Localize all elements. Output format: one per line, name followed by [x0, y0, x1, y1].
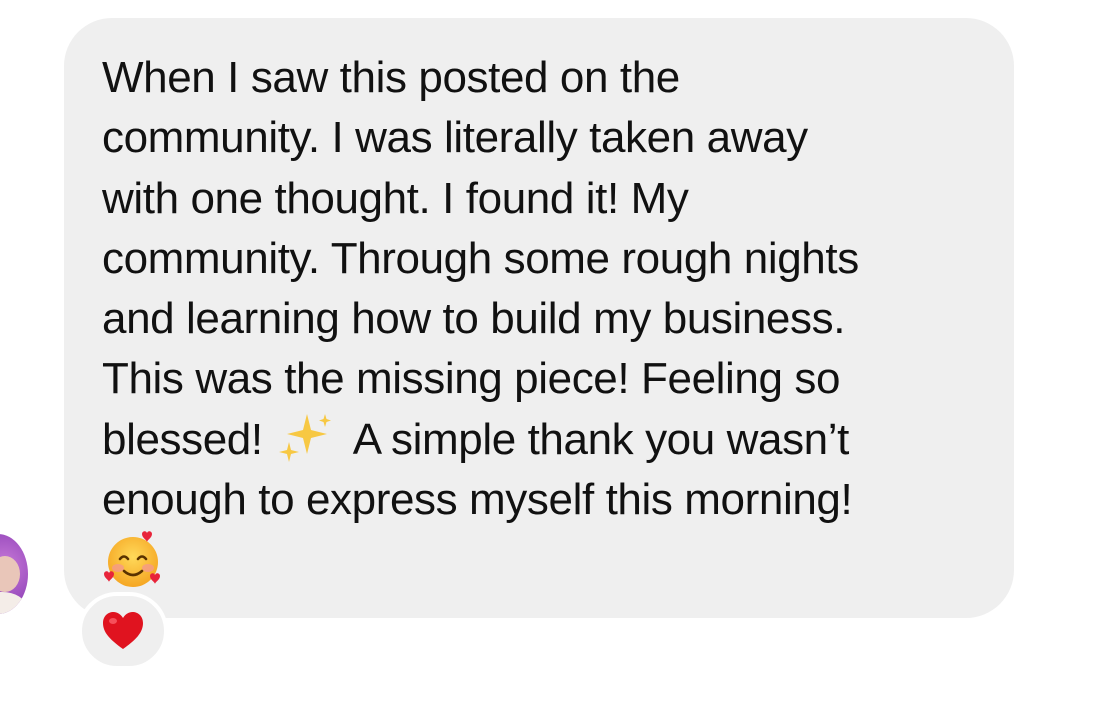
message-line: blessed!: [102, 414, 263, 464]
message-line: community. Through some rough nights: [102, 233, 859, 283]
message-line: A simple thank you wasn’t: [352, 414, 850, 464]
avatar-face: [0, 556, 20, 592]
message-line: When I saw this posted on the: [102, 53, 680, 102]
sender-avatar[interactable]: [0, 534, 28, 614]
message-line: This was the missing piece! Feeling so: [102, 354, 841, 404]
message-text: When I saw this posted on the community.…: [102, 48, 1002, 601]
avatar-shoulder: [0, 592, 26, 614]
sparkles-emoji: [278, 413, 331, 462]
message-line: enough to express myself this morning!: [102, 475, 853, 525]
heart-reaction[interactable]: [78, 592, 168, 670]
red-heart-icon: [103, 612, 143, 649]
smiling-face-with-hearts-emoji: [104, 531, 160, 588]
message-line: community. I was literally taken away: [102, 113, 808, 163]
message-line: and learning how to build my business.: [102, 294, 846, 344]
message-bubble[interactable]: When I saw this posted on the community.…: [64, 18, 1014, 618]
message-line: with one thought. I found it! My: [102, 173, 689, 223]
